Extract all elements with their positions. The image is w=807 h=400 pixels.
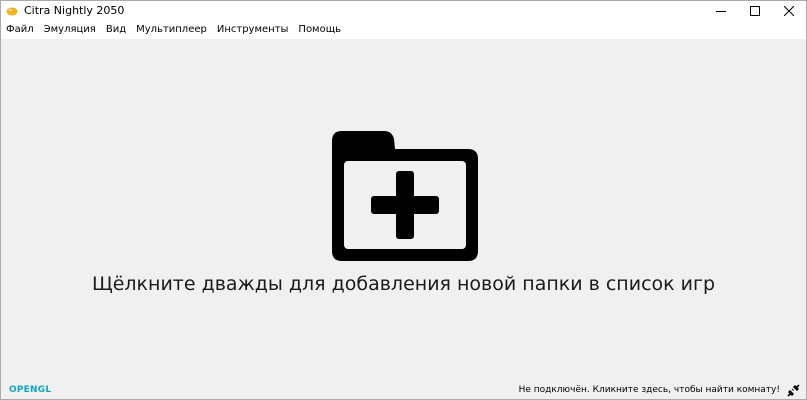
window-controls (704, 1, 806, 21)
menu-bar: Файл Эмуляция Вид Мультиплеер Инструмент… (1, 21, 806, 39)
game-list-area[interactable]: Щёлкните дважды для добавления новой пап… (1, 39, 806, 382)
close-button[interactable] (772, 1, 806, 21)
maximize-icon (750, 6, 760, 16)
citra-app-icon (6, 7, 18, 16)
menu-emulation[interactable]: Эмуляция (39, 21, 101, 39)
menu-file[interactable]: Файл (1, 21, 39, 39)
status-bar: OPENGL Не подключён. Кликните здесь, что… (1, 382, 806, 399)
network-disconnected-icon[interactable] (787, 384, 800, 397)
minimize-icon (716, 11, 726, 12)
add-folder-icon[interactable] (332, 131, 478, 261)
minimize-button[interactable] (704, 1, 738, 21)
app-window: Citra Nightly 2050 Файл Эмуляция Вид Мул… (0, 0, 807, 400)
renderer-label[interactable]: OPENGL (9, 385, 51, 395)
menu-view[interactable]: Вид (101, 21, 131, 39)
menu-tools[interactable]: Инструменты (212, 21, 294, 39)
network-status-text[interactable]: Не подключён. Кликните здесь, чтобы найт… (519, 385, 780, 395)
close-icon (784, 6, 794, 16)
menu-multiplayer[interactable]: Мультиплеер (131, 21, 212, 39)
window-title: Citra Nightly 2050 (24, 4, 125, 17)
empty-list-hint: Щёлкните дважды для добавления новой пап… (91, 273, 716, 295)
maximize-button[interactable] (738, 1, 772, 21)
menu-help[interactable]: Помощь (293, 21, 346, 39)
title-bar[interactable]: Citra Nightly 2050 (1, 1, 806, 21)
